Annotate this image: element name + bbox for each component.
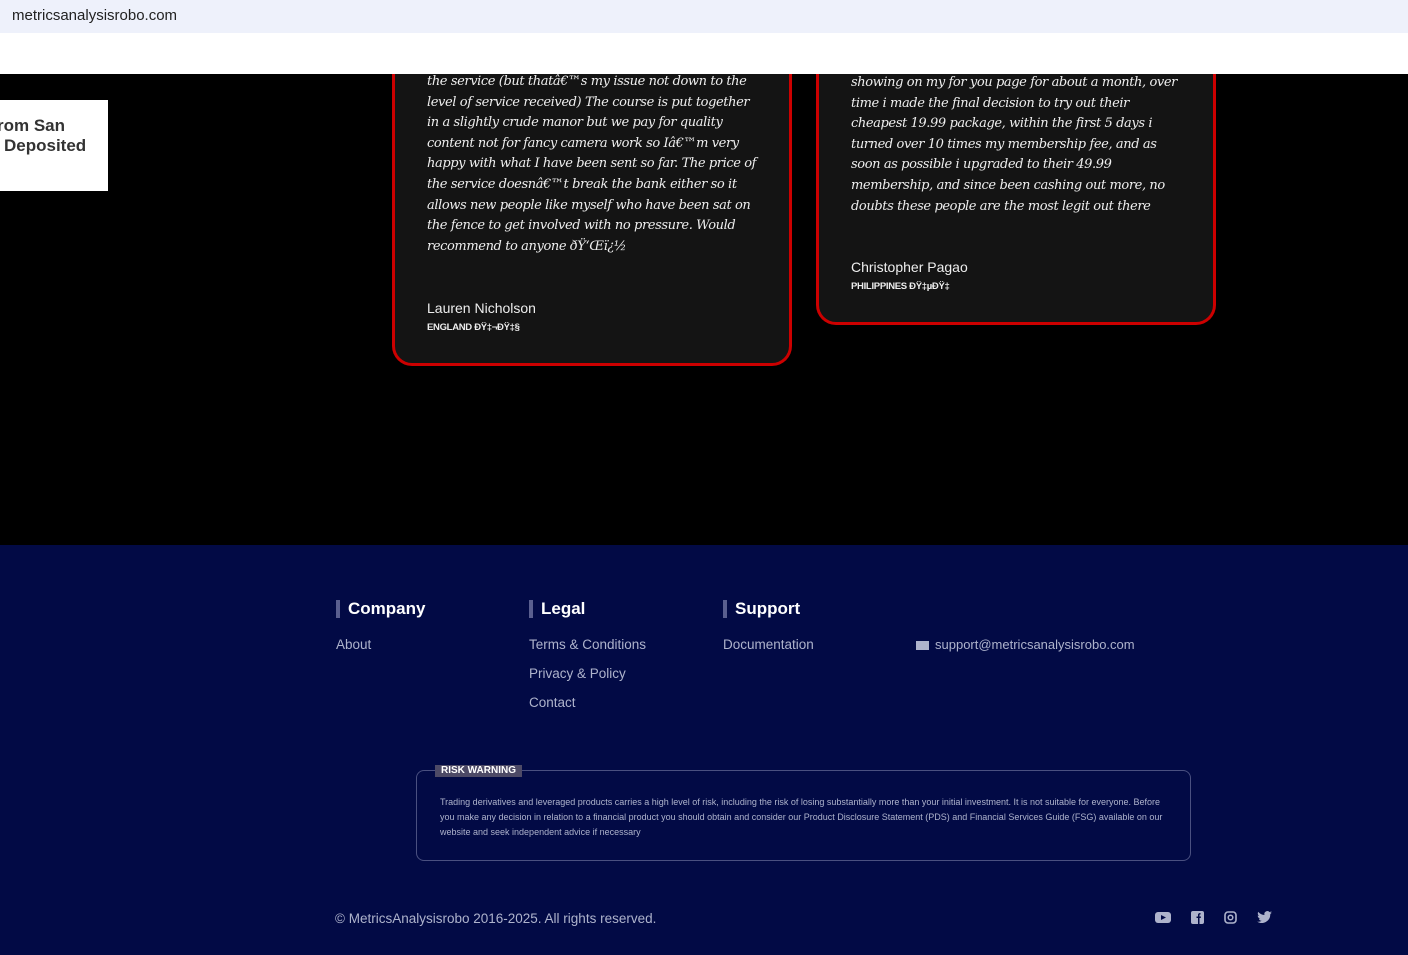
popup-line: rom San xyxy=(0,116,66,135)
instagram-icon[interactable] xyxy=(1224,911,1240,925)
site-header xyxy=(0,33,1408,74)
testimonial-author: Christopher Pagao xyxy=(851,259,968,275)
footer-heading: Support xyxy=(723,600,814,618)
email-text: support@metricsanalysisrobo.com xyxy=(935,637,1135,652)
youtube-icon[interactable] xyxy=(1155,911,1171,925)
risk-warning-text: Trading derivatives and leveraged produc… xyxy=(440,797,1163,837)
testimonial-country: PHILIPPINES ÐŸ‡µÐŸ‡ xyxy=(851,281,950,292)
link-privacy[interactable]: Privacy & Policy xyxy=(529,666,646,681)
testimonial-card: showing on my for you page for about a m… xyxy=(816,74,1216,325)
deposit-notification-popup: rom San Deposited xyxy=(0,100,108,191)
copyright: © MetricsAnalysisrobo 2016-2025. All rig… xyxy=(335,911,657,926)
link-documentation[interactable]: Documentation xyxy=(723,637,814,652)
risk-warning-label: RISK WARNING xyxy=(435,765,522,777)
address-bar[interactable]: metricsanalysisrobo.com xyxy=(0,0,1408,33)
link-terms[interactable]: Terms & Conditions xyxy=(529,637,646,652)
footer-legal: Legal Terms & Conditions Privacy & Polic… xyxy=(529,600,646,710)
twitter-icon[interactable] xyxy=(1257,911,1273,925)
testimonial-author: Lauren Nicholson xyxy=(427,300,536,316)
footer: Company About Legal Terms & Conditions P… xyxy=(0,545,1408,955)
testimonial-country: ENGLAND ÐŸ‡¬ÐŸ‡§ xyxy=(427,322,520,333)
footer-heading: Company xyxy=(336,600,425,618)
facebook-icon[interactable] xyxy=(1191,911,1207,925)
url-text: metricsanalysisrobo.com xyxy=(12,7,178,24)
risk-warning-box: RISK WARNING Trading derivatives and lev… xyxy=(416,765,1191,861)
link-contact[interactable]: Contact xyxy=(529,695,646,710)
popup-line: Deposited xyxy=(4,136,87,155)
footer-support: Support Documentation xyxy=(723,600,814,652)
footer-heading: Legal xyxy=(529,600,646,618)
support-email[interactable]: support@metricsanalysisrobo.com xyxy=(916,637,1135,652)
footer-company: Company About xyxy=(336,600,425,652)
testimonial-text: the service (but thatâ€™s my issue not d… xyxy=(427,74,757,254)
testimonial-card: the service (but thatâ€™s my issue not d… xyxy=(392,74,792,366)
testimonial-text: showing on my for you page for about a m… xyxy=(851,75,1177,214)
envelope-icon xyxy=(916,641,929,651)
link-about[interactable]: About xyxy=(336,637,425,652)
